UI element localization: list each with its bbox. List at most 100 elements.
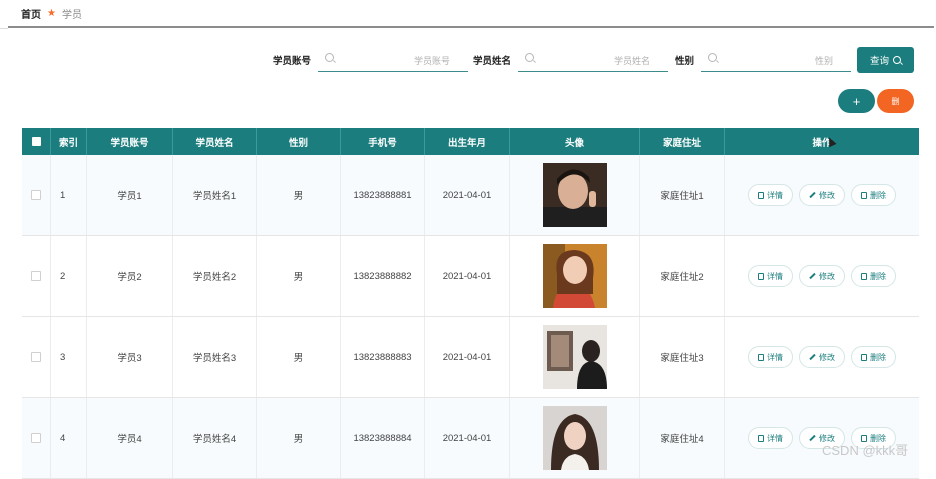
row-account: 学员3 [87, 317, 173, 397]
name-label: 学员姓名 [473, 56, 512, 67]
header-actions: 操作 [812, 137, 832, 149]
row-actions: 详情 修改 删除 [725, 398, 919, 478]
row-account: 学员4 [87, 398, 173, 478]
header-select-all[interactable] [22, 128, 51, 155]
row-index: 4 [51, 398, 87, 478]
avatar[interactable] [542, 406, 607, 470]
batch-delete-button[interactable]: 删 [877, 89, 914, 113]
document-icon [758, 434, 764, 442]
avatar[interactable] [542, 244, 607, 308]
row-index: 2 [51, 236, 87, 316]
detail-button[interactable]: 详情 [748, 265, 793, 287]
breadcrumb-divider [8, 26, 934, 28]
row-address: 家庭住址2 [640, 236, 725, 316]
detail-button[interactable]: 详情 [748, 184, 793, 206]
row-checkbox[interactable] [31, 271, 41, 281]
edit-label: 修改 [819, 271, 835, 281]
row-phone: 13823888881 [341, 155, 425, 235]
row-checkbox[interactable] [31, 433, 41, 443]
row-avatar-cell [510, 236, 640, 316]
avatar[interactable] [542, 163, 607, 227]
document-icon [758, 191, 764, 199]
account-placeholder: 学员账号 [413, 56, 450, 66]
detail-button[interactable]: 详情 [748, 346, 793, 368]
row-phone: 13823888882 [341, 236, 425, 316]
detail-label: 详情 [767, 433, 783, 443]
row-gender: 男 [257, 155, 341, 235]
header-name: 学员姓名 [173, 128, 257, 155]
avatar[interactable] [542, 325, 607, 389]
edit-label: 修改 [819, 352, 835, 362]
row-avatar-cell [510, 398, 640, 478]
row-checkbox-cell[interactable] [22, 236, 51, 316]
row-birth: 2021-04-01 [425, 155, 510, 235]
pencil-icon [809, 191, 816, 199]
search-icon [708, 53, 717, 62]
pencil-icon [809, 272, 816, 280]
row-name: 学员姓名2 [173, 236, 257, 316]
name-label-wrap: 学员姓名 [473, 48, 511, 72]
gender-label: 性别 [675, 56, 695, 67]
document-icon [758, 353, 764, 361]
edit-button[interactable]: 修改 [799, 184, 845, 206]
row-checkbox[interactable] [31, 190, 41, 200]
account-label: 学员账号 [273, 56, 312, 67]
header-phone: 手机号 [341, 128, 425, 155]
row-birth: 2021-04-01 [425, 398, 510, 478]
query-button[interactable]: 查询 [857, 47, 914, 73]
add-button[interactable]: + [838, 89, 875, 113]
row-index: 3 [51, 317, 87, 397]
document-icon [758, 272, 764, 280]
row-actions: 详情 修改 删除 [725, 317, 919, 397]
table-row: 2 学员2 学员姓名2 男 13823888882 2021-04-01 家庭住… [22, 236, 919, 317]
breadcrumb-current: 学员 [61, 9, 82, 21]
delete-button[interactable]: 删除 [851, 184, 896, 206]
name-placeholder: 学员姓名 [613, 56, 650, 66]
breadcrumb-home[interactable]: 首页 [21, 6, 41, 21]
search-icon [325, 53, 334, 62]
account-search-input[interactable]: 学员账号 [318, 48, 468, 72]
detail-label: 详情 [767, 271, 783, 281]
row-checkbox-cell[interactable] [22, 155, 51, 235]
query-label: 查询 [869, 56, 889, 67]
row-checkbox-cell[interactable] [22, 398, 51, 478]
edit-label: 修改 [819, 190, 835, 200]
delete-button[interactable]: 删除 [851, 265, 896, 287]
table-header: 索引 学员账号 学员姓名 性别 手机号 出生年月 头像 家庭住址 操作 [22, 128, 919, 155]
header-gender: 性别 [257, 128, 341, 155]
row-checkbox-cell[interactable] [22, 317, 51, 397]
row-name: 学员姓名3 [173, 317, 257, 397]
delete-label: 删除 [870, 271, 886, 281]
header-account: 学员账号 [87, 128, 173, 155]
row-address: 家庭住址1 [640, 155, 725, 235]
detail-label: 详情 [767, 190, 783, 200]
header-avatar: 头像 [510, 128, 640, 155]
row-gender: 男 [257, 317, 341, 397]
select-all-checkbox[interactable] [31, 137, 41, 146]
row-phone: 13823888884 [341, 398, 425, 478]
edit-button[interactable]: 修改 [799, 346, 845, 368]
gender-search-input[interactable]: 性别 [701, 48, 851, 72]
header-address: 家庭住址 [640, 128, 725, 155]
row-avatar-cell [510, 155, 640, 235]
delete-label: 删除 [870, 352, 886, 362]
edge-line [0, 28, 8, 29]
trash-icon [861, 353, 867, 361]
row-account: 学员2 [87, 236, 173, 316]
detail-button[interactable]: 详情 [748, 427, 793, 449]
row-checkbox[interactable] [31, 352, 41, 362]
student-table: 索引 学员账号 学员姓名 性别 手机号 出生年月 头像 家庭住址 操作 1 学员… [22, 128, 919, 479]
row-address: 家庭住址4 [640, 398, 725, 478]
name-search-input[interactable]: 学员姓名 [518, 48, 668, 72]
row-birth: 2021-04-01 [425, 236, 510, 316]
delete-label: 删除 [870, 190, 886, 200]
delete-button[interactable]: 删除 [851, 346, 896, 368]
trash-icon [861, 191, 867, 199]
edit-button[interactable]: 修改 [799, 265, 845, 287]
row-phone: 13823888883 [341, 317, 425, 397]
table-row: 1 学员1 学员姓名1 男 13823888881 2021-04-01 家庭住… [22, 155, 919, 236]
row-gender: 男 [257, 236, 341, 316]
detail-label: 详情 [767, 352, 783, 362]
watermark: CSDN @kkk哥 [822, 443, 909, 458]
header-index: 索引 [51, 128, 87, 155]
